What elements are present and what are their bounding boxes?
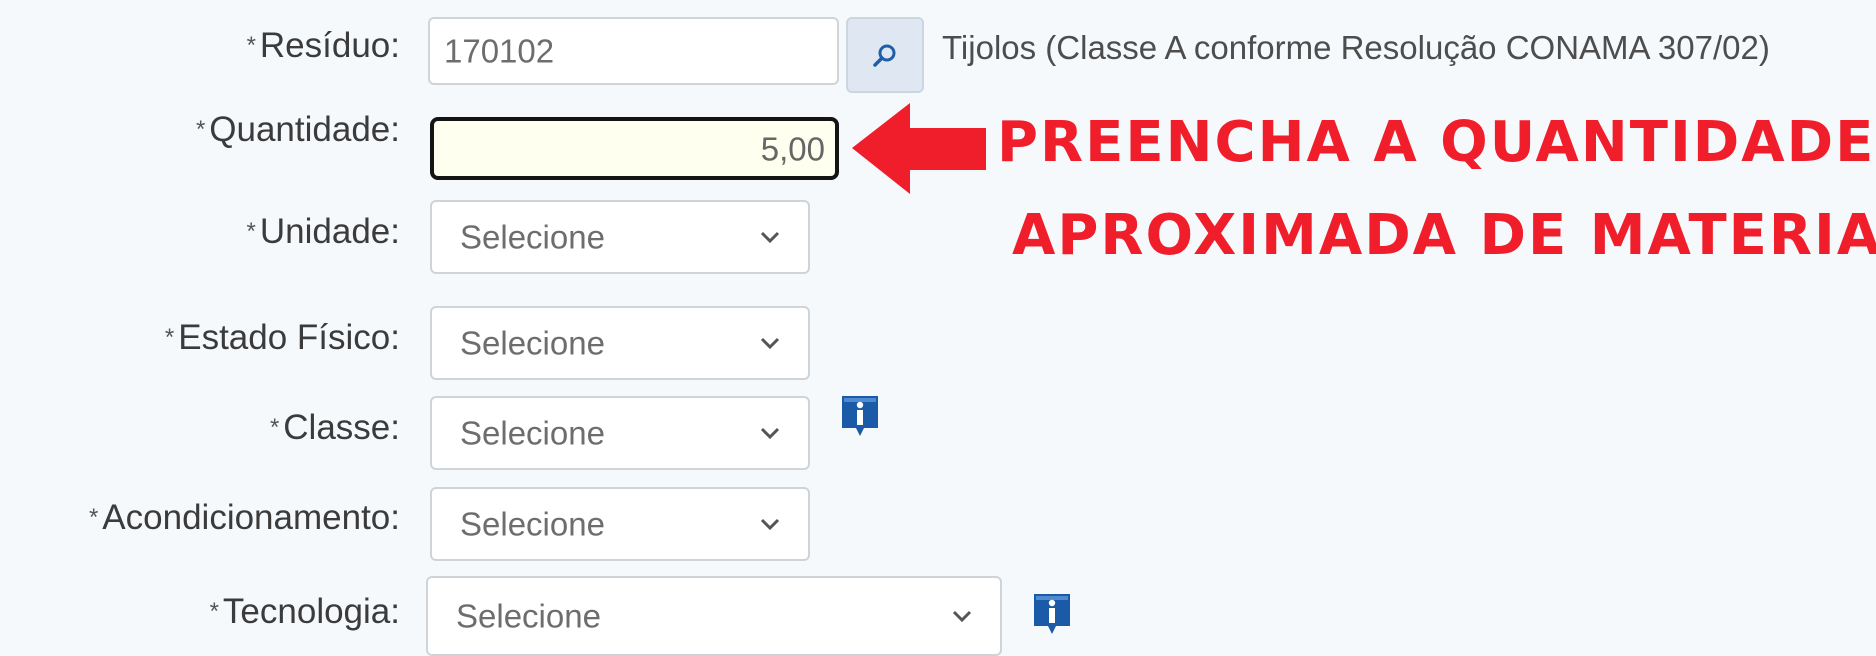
acondicionamento-label: * Acondicionamento: — [88, 498, 400, 537]
annotation-line-1: PREENCHA A QUANTIDADE — [997, 110, 1876, 175]
unidade-select[interactable]: Selecione — [430, 200, 810, 274]
chevron-down-icon — [952, 610, 972, 623]
acondicionamento-select[interactable]: Selecione — [430, 487, 810, 561]
annotation-line-2: APROXIMADA DE MATERIAL — [1012, 203, 1876, 268]
estado-fisico-select[interactable]: Selecione — [430, 306, 810, 380]
arrow-left-icon — [852, 103, 986, 194]
info-icon[interactable] — [1030, 590, 1074, 638]
tecnologia-select[interactable]: Selecione — [426, 576, 1002, 656]
classe-label: * Classe: — [269, 408, 400, 447]
chevron-down-icon — [760, 337, 780, 350]
search-icon — [873, 44, 896, 67]
classe-select[interactable]: Selecione — [430, 396, 810, 470]
quantidade-input[interactable]: 5,00 — [430, 117, 839, 180]
info-icon[interactable] — [838, 392, 882, 440]
chevron-down-icon — [760, 231, 780, 244]
residuo-label: * Resíduo: — [246, 26, 400, 65]
unidade-label: * Unidade: — [246, 212, 400, 251]
residuo-code-input[interactable]: 170102 — [428, 17, 839, 85]
residuo-lookup-button[interactable] — [846, 17, 924, 93]
chevron-down-icon — [760, 518, 780, 531]
estado-fisico-label: * Estado Físico: — [164, 318, 400, 357]
chevron-down-icon — [760, 427, 780, 440]
quantidade-label: * Quantidade: — [195, 110, 400, 149]
residuo-description: Tijolos (Classe A conforme Resolução CON… — [942, 29, 1770, 66]
tecnologia-label: * Tecnologia: — [209, 592, 400, 631]
